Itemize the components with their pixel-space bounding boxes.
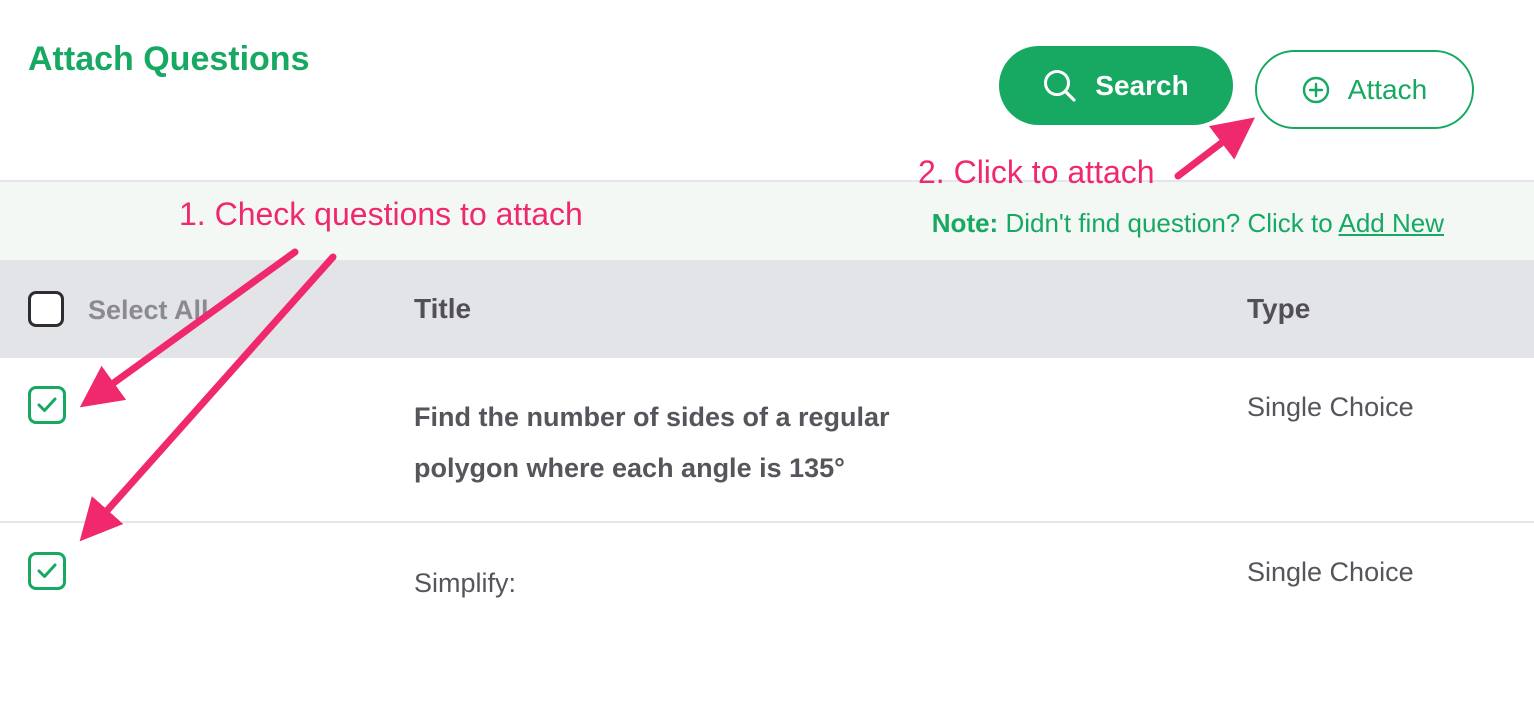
question-type: Single Choice bbox=[1247, 557, 1414, 587]
annotation-step-2: 2. Click to attach bbox=[918, 154, 1155, 190]
arrow-to-attach-button bbox=[1174, 117, 1256, 180]
question-title[interactable]: Simplify: bbox=[414, 568, 974, 599]
search-button[interactable]: Search bbox=[999, 46, 1233, 125]
note-text: Note: Didn't find question? Click to Add… bbox=[932, 208, 1444, 239]
table-header: Select All Title Type bbox=[0, 260, 1534, 358]
row-checkbox[interactable] bbox=[28, 552, 66, 590]
table-row: Simplify: Single Choice bbox=[0, 523, 1534, 704]
column-header-title: Title bbox=[414, 293, 472, 324]
search-icon bbox=[1043, 69, 1077, 103]
plus-circle-icon bbox=[1302, 76, 1330, 104]
note-message: Didn't find question? Click to bbox=[1005, 208, 1333, 238]
select-all-label: Select All bbox=[88, 295, 209, 325]
note-label: Note: bbox=[931, 208, 999, 238]
question-type: Single Choice bbox=[1247, 392, 1414, 422]
table-row: Find the number of sides of a regular po… bbox=[0, 358, 1534, 523]
column-header-type: Type bbox=[1247, 293, 1311, 324]
annotation-step-1: 1. Check questions to attach bbox=[179, 196, 583, 232]
question-title[interactable]: Find the number of sides of a regular po… bbox=[414, 392, 974, 494]
check-icon bbox=[36, 396, 58, 414]
page-title: Attach Questions bbox=[28, 40, 310, 78]
add-new-link[interactable]: Add New bbox=[1339, 208, 1445, 238]
check-icon bbox=[36, 562, 58, 580]
attach-button-label: Attach bbox=[1347, 73, 1428, 105]
select-all-checkbox[interactable] bbox=[28, 291, 64, 327]
row-checkbox[interactable] bbox=[28, 386, 66, 424]
search-button-label: Search bbox=[1095, 69, 1189, 101]
attach-button[interactable]: Attach bbox=[1255, 50, 1474, 129]
